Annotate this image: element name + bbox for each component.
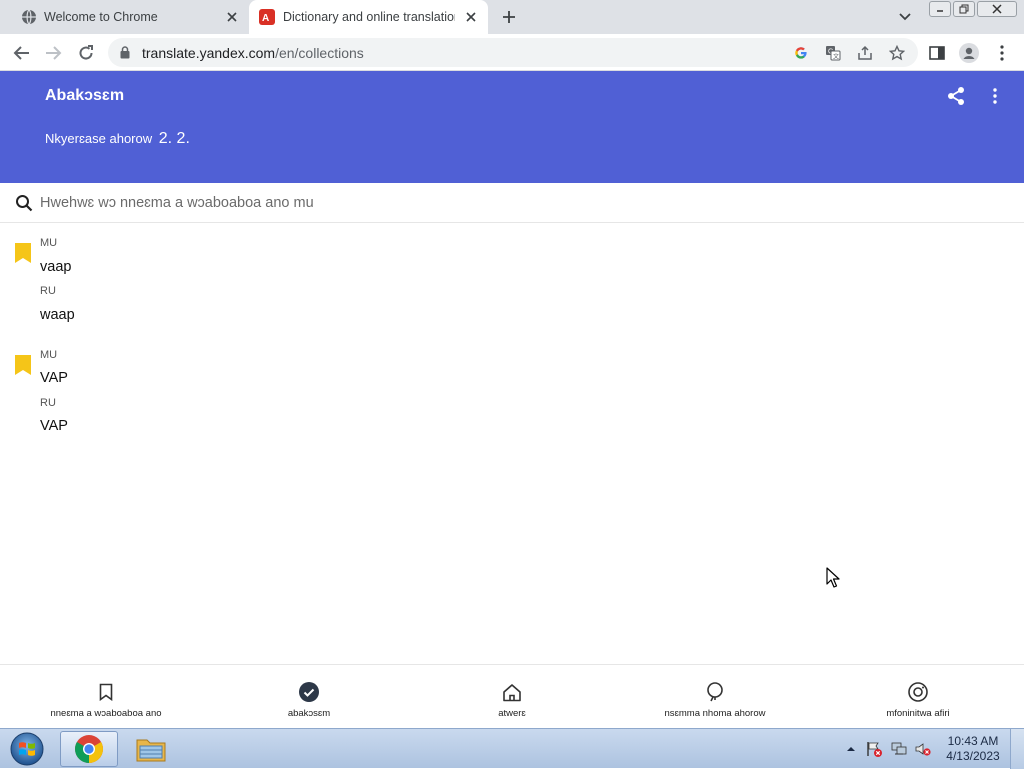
tab-title: Welcome to Chrome	[44, 10, 158, 24]
camera-icon	[907, 681, 929, 703]
nav-home[interactable]: atwerɛ	[410, 665, 614, 729]
action-center-flag-icon[interactable]	[866, 741, 882, 757]
profile-avatar-icon[interactable]	[958, 42, 980, 64]
lightbulb-icon	[704, 681, 726, 703]
bookmark-icon	[95, 681, 117, 703]
nav-collections[interactable]: nneɛma a wɔaboaboa ano	[4, 665, 208, 729]
page-title: Abakɔsɛm	[45, 87, 125, 104]
nav-camera[interactable]: mfoninitwa afiri	[816, 665, 1020, 729]
new-tab-button[interactable]	[499, 8, 519, 26]
tab-dictionary[interactable]: A Dictionary and online translation	[249, 0, 488, 34]
nav-label: abakɔsɛm	[287, 708, 331, 719]
target-language: RU	[40, 397, 56, 409]
clock-date: 4/13/2023	[946, 749, 1000, 763]
url-path: /en/collections	[275, 45, 364, 61]
yandex-translate-icon: A	[259, 9, 275, 25]
browser-toolbar: translate.yandex.com/en/collections G文	[0, 34, 1024, 71]
tab-search-chevron-icon[interactable]	[896, 9, 914, 25]
taskbar-clock[interactable]: 10:43 AM 4/13/2023	[940, 734, 1006, 764]
chrome-globe-icon	[21, 9, 37, 25]
forward-button[interactable]	[43, 42, 65, 64]
tab-title: Dictionary and online translation	[283, 10, 455, 24]
source-language: MU	[40, 349, 58, 361]
nav-phrasebook[interactable]: nsɛmma nhoma ahorow	[613, 665, 817, 729]
close-tab-icon[interactable]	[224, 9, 240, 25]
address-bar[interactable]: translate.yandex.com/en/collections G文	[108, 38, 918, 67]
lock-icon[interactable]	[120, 46, 130, 59]
network-icon[interactable]	[891, 741, 907, 757]
taskbar-chrome[interactable]	[60, 731, 118, 767]
mouse-cursor-icon	[826, 567, 840, 588]
target-language: RU	[40, 285, 56, 297]
windows-taskbar: 10:43 AM 4/13/2023	[0, 728, 1024, 769]
nav-label: mfoninitwa afiri	[886, 708, 950, 719]
collection-search	[0, 183, 1024, 223]
url-host: translate.yandex.com	[142, 45, 276, 61]
share-collection-button[interactable]	[945, 85, 967, 107]
page-header: Abakɔsɛm Nkyerɛase ahorow 2. 2.	[0, 71, 1024, 183]
search-icon	[15, 194, 33, 212]
bookmark-icon[interactable]	[15, 243, 31, 263]
minimize-button[interactable]	[929, 1, 951, 17]
taskbar-file-explorer[interactable]	[122, 731, 180, 767]
nav-label: nsɛmma nhoma ahorow	[664, 708, 766, 719]
restore-button[interactable]	[953, 1, 975, 17]
google-icon[interactable]	[792, 44, 810, 62]
collection-count: 2. 2.	[158, 130, 190, 147]
show-hidden-icons-icon[interactable]	[843, 741, 859, 757]
tab-strip: Welcome to Chrome A Dictionary and onlin…	[0, 0, 1024, 34]
home-icon	[501, 681, 523, 703]
history-check-icon	[298, 681, 320, 703]
target-word: waap	[40, 307, 75, 323]
subtitle-text: Nkyerɛase ahorow	[45, 131, 153, 146]
tab-welcome-to-chrome[interactable]: Welcome to Chrome	[10, 0, 245, 34]
share-icon[interactable]	[856, 44, 874, 62]
translate-page-icon[interactable]: G文	[824, 44, 842, 62]
close-tab-icon[interactable]	[463, 9, 479, 25]
source-word: vaap	[40, 259, 72, 275]
chrome-icon	[74, 734, 104, 764]
volume-muted-icon[interactable]	[915, 741, 931, 757]
collection-subtitle: Nkyerɛase ahorow 2. 2.	[45, 130, 190, 148]
nav-history[interactable]: abakɔsɛm	[207, 665, 411, 729]
bottom-navigation: nneɛma a wɔaboaboa ano abakɔsɛm atwerɛ n…	[0, 664, 1024, 728]
nav-label: nneɛma a wɔaboaboa ano	[50, 708, 162, 719]
start-button[interactable]	[7, 731, 47, 767]
more-options-button[interactable]	[984, 85, 1006, 107]
bookmark-icon[interactable]	[15, 355, 31, 375]
svg-text:文: 文	[833, 53, 839, 61]
clock-time: 10:43 AM	[947, 734, 999, 748]
side-panel-icon[interactable]	[926, 42, 948, 64]
bookmark-star-icon[interactable]	[888, 44, 906, 62]
svg-text:A: A	[262, 13, 269, 24]
reload-button[interactable]	[75, 42, 97, 64]
close-window-button[interactable]	[977, 1, 1017, 17]
target-word: VAP	[40, 418, 68, 434]
url-text: translate.yandex.com/en/collections	[142, 45, 364, 61]
list-item[interactable]: MU VAP RU VAP	[0, 343, 1024, 443]
back-button[interactable]	[10, 42, 32, 64]
source-word: VAP	[40, 370, 68, 386]
source-language: MU	[40, 237, 58, 249]
chrome-menu-icon[interactable]	[991, 42, 1013, 64]
list-item[interactable]: MU vaap RU waap	[0, 231, 1024, 331]
search-input[interactable]	[40, 191, 940, 215]
show-desktop-button[interactable]	[1010, 729, 1024, 769]
nav-label: atwerɛ	[498, 708, 526, 719]
folder-icon	[135, 735, 167, 763]
